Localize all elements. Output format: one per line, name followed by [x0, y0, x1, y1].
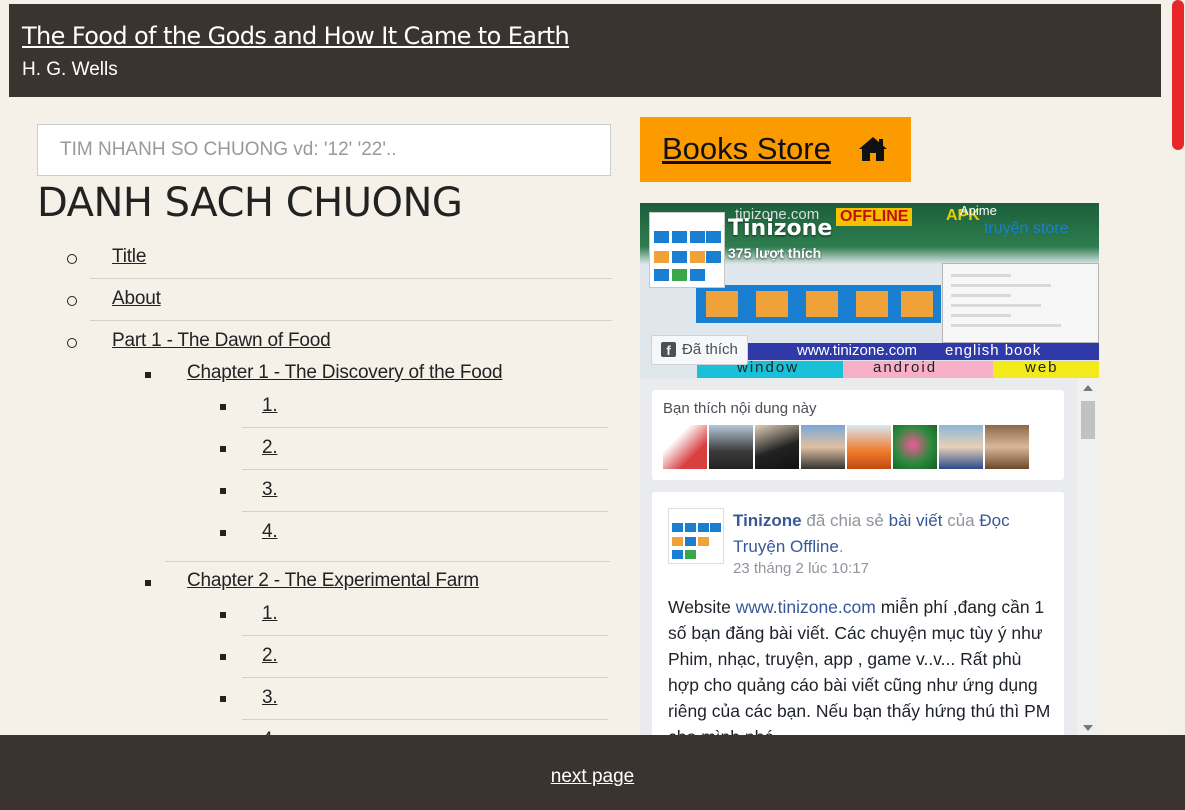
post-body-link[interactable]: www.tinizone.com — [736, 597, 876, 617]
facebook-post: Tinizone đã chia sẻ bài viết của Đọc Tru… — [652, 492, 1064, 735]
post-of-text: của — [947, 511, 975, 530]
cover-store-text: truyện store — [984, 220, 1069, 237]
list-item: About — [90, 279, 612, 321]
liked-button[interactable]: f Đã thích — [651, 335, 748, 365]
facebook-icon: f — [661, 342, 676, 358]
bullet-icon — [220, 404, 226, 410]
post-shared-link[interactable]: bài viết — [889, 511, 943, 530]
list-item: 1. — [242, 594, 608, 636]
page-name-link[interactable]: Tinizone — [728, 216, 832, 241]
bullet-icon — [220, 696, 226, 702]
avatar[interactable] — [801, 425, 845, 469]
list-item: 2. — [242, 428, 608, 470]
page-likes-count: 375 lượt thích — [728, 245, 822, 261]
post-author-link[interactable]: Tinizone — [733, 511, 802, 530]
footer-bar: next page — [0, 735, 1185, 810]
cover-site-band: www.tinizone.com english book — [697, 342, 1099, 360]
bullet-icon — [67, 254, 77, 264]
books-store-label: Books Store — [662, 131, 831, 166]
toc-link-part-1[interactable]: Part 1 - The Dawn of Food — [112, 330, 331, 352]
cover-web-text: web — [1025, 359, 1059, 376]
chapter-list-heading: DANH SACH CHUONG — [37, 180, 463, 226]
liked-button-label: Đã thích — [682, 341, 738, 358]
post-timestamp[interactable]: 23 tháng 2 lúc 10:17 — [733, 560, 869, 577]
avatar[interactable] — [847, 425, 891, 469]
post-author-avatar[interactable] — [668, 508, 724, 564]
cover-web-band: web — [993, 359, 1099, 378]
page-scrollbar[interactable] — [1171, 0, 1185, 735]
next-page-container: next page — [0, 766, 1185, 788]
bullet-icon — [220, 654, 226, 660]
cover-site-text: www.tinizone.com — [797, 342, 918, 359]
bullet-icon — [220, 446, 226, 452]
list-item: 4. — [242, 720, 608, 735]
friends-like-card: Bạn thích nội dung này — [652, 390, 1064, 480]
avatar[interactable] — [893, 425, 937, 469]
post-header: Tinizone đã chia sẻ bài viết của Đọc Tru… — [733, 511, 1010, 556]
books-store-button[interactable]: Books Store — [640, 117, 911, 182]
next-page-link[interactable]: next page — [551, 766, 634, 787]
bullet-icon — [67, 296, 77, 306]
toc-link-title[interactable]: Title — [112, 246, 146, 268]
list-item: 1. — [242, 386, 608, 428]
widget-scroll-thumb[interactable] — [1081, 401, 1095, 439]
toc-link-section[interactable]: 3. — [262, 687, 278, 709]
avatar[interactable] — [663, 425, 707, 469]
facebook-page-widget: tinizone.com OFFLINE APK Anime truyện st… — [640, 203, 1099, 735]
list-item: 3. — [242, 470, 608, 512]
cover-english-text: english book — [945, 342, 1042, 359]
scroll-down-icon[interactable] — [1083, 725, 1093, 731]
toc-link-chapter-1[interactable]: Chapter 1 - The Discovery of the Food — [187, 362, 503, 384]
toc-link-section[interactable]: 1. — [262, 603, 278, 625]
scroll-up-icon[interactable] — [1083, 385, 1093, 391]
chapter-search-input[interactable] — [37, 124, 611, 176]
toc-link-section[interactable]: 2. — [262, 437, 278, 459]
toc-link-section[interactable]: 4. — [262, 521, 278, 543]
cover-app-strip — [696, 285, 941, 323]
cover-window-panel — [942, 263, 1099, 343]
cover-anime-text: Anime — [960, 203, 997, 218]
bullet-icon — [220, 488, 226, 494]
toc-link-section[interactable]: 1. — [262, 395, 278, 417]
avatar[interactable] — [709, 425, 753, 469]
bullet-icon — [67, 338, 77, 348]
cover-android-text: android — [873, 359, 938, 376]
facebook-cover-image[interactable]: tinizone.com OFFLINE APK Anime truyện st… — [640, 203, 1099, 378]
list-item: 4. — [242, 512, 608, 554]
toc-link-section[interactable]: 3. — [262, 479, 278, 501]
avatar[interactable] — [755, 425, 799, 469]
cover-offline-badge: OFFLINE — [836, 208, 913, 226]
widget-scrollbar[interactable] — [1077, 378, 1099, 735]
post-body-prefix: Website — [668, 597, 731, 617]
cover-android-band: android — [843, 359, 993, 378]
list-item: 2. — [242, 636, 608, 678]
toc-link-section[interactable]: 2. — [262, 645, 278, 667]
toc-link-chapter-2[interactable]: Chapter 2 - The Experimental Farm — [187, 570, 479, 592]
page-profile-picture[interactable] — [649, 212, 725, 288]
home-icon — [859, 137, 887, 161]
post-body-text: miễn phí ,đang cần 1 số bạn đăng bài viế… — [668, 597, 1051, 735]
post-shared-text: đã chia sẻ — [806, 511, 884, 530]
bullet-icon — [145, 580, 151, 586]
avatar[interactable] — [985, 425, 1029, 469]
bullet-icon — [145, 372, 151, 378]
post-body: Website www.tinizone.com miễn phí ,đang … — [668, 594, 1054, 735]
list-item: Title — [90, 237, 612, 279]
page-scroll-thumb[interactable] — [1172, 0, 1184, 150]
bullet-icon — [220, 612, 226, 618]
friends-like-label: Bạn thích nội dung này — [663, 400, 817, 417]
toc-link-about[interactable]: About — [112, 288, 161, 310]
bullet-icon — [220, 530, 226, 536]
chapter-list-panel: DANH SACH CHUONG Title About Part 1 - Th… — [0, 0, 640, 735]
avatar[interactable] — [939, 425, 983, 469]
list-item: 3. — [242, 678, 608, 720]
